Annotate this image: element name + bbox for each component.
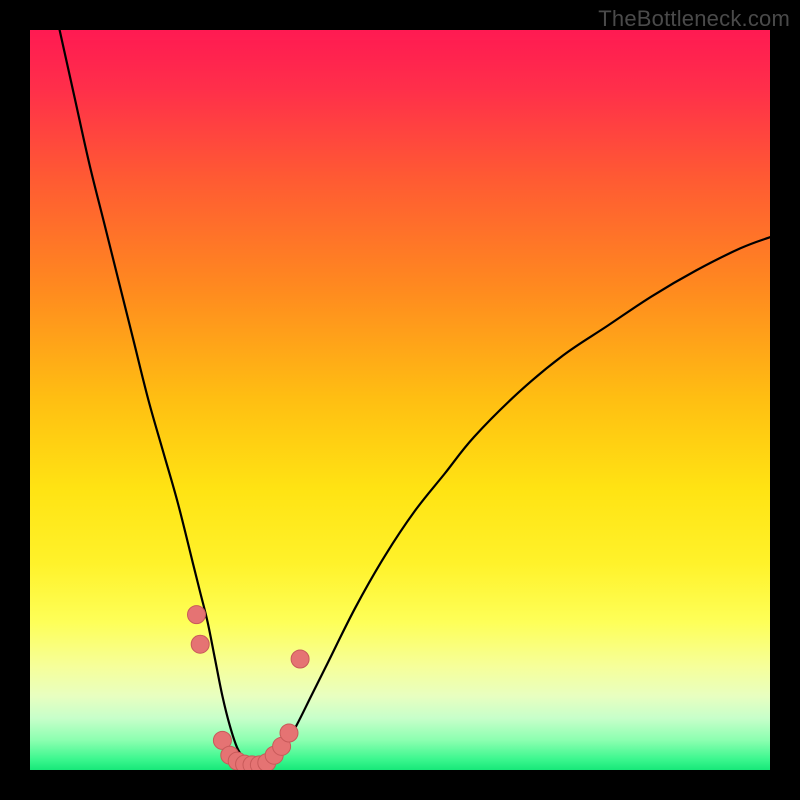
data-markers: [30, 30, 770, 770]
data-marker: [291, 650, 309, 668]
data-marker: [188, 606, 206, 624]
watermark-text: TheBottleneck.com: [598, 6, 790, 32]
chart-frame: TheBottleneck.com: [0, 0, 800, 800]
plot-area: [30, 30, 770, 770]
data-marker: [191, 635, 209, 653]
data-marker: [280, 724, 298, 742]
